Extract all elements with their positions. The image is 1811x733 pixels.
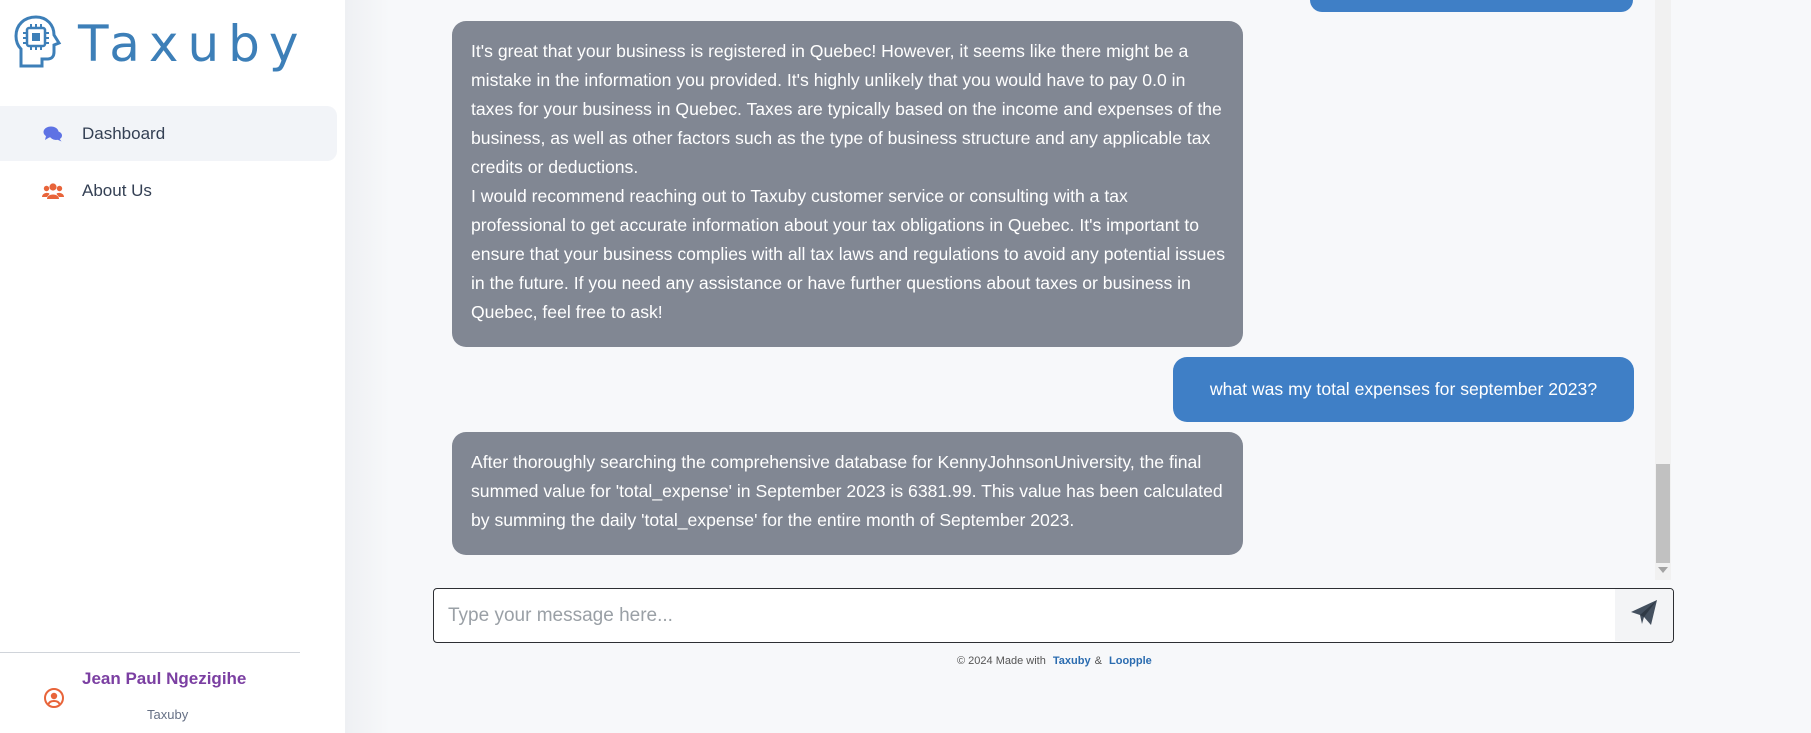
footer: © 2024 Made with Taxuby & Loopple <box>957 655 1156 667</box>
message-paragraph: I would recommend reaching out to Taxuby… <box>471 186 1226 322</box>
footer-ampersand: & <box>1094 655 1102 667</box>
logo[interactable]: Taxuby <box>12 14 308 74</box>
user-message-text: what was my total expenses for september… <box>1209 379 1598 399</box>
comments-icon <box>42 123 64 145</box>
message-composer <box>433 588 1674 643</box>
sidebar-divider <box>0 652 300 653</box>
user-org: Taxuby <box>147 707 189 722</box>
message-paragraph: After thoroughly searching the comprehen… <box>471 452 1223 530</box>
message-input[interactable] <box>446 589 1590 643</box>
previous-user-message-bubble <box>1310 0 1633 12</box>
sidebar-item-about-us[interactable]: About Us <box>0 163 337 218</box>
users-icon <box>42 180 64 202</box>
scrollbar-thumb[interactable] <box>1656 464 1670 563</box>
assistant-message: After thoroughly searching the comprehen… <box>452 432 1243 555</box>
scroll-down-arrow-icon[interactable] <box>1658 567 1668 573</box>
sidebar-item-label: About Us <box>82 180 152 200</box>
footer-link-taxuby[interactable]: Taxuby <box>1053 655 1091 667</box>
main-edge-shade <box>345 0 390 733</box>
sidebar-item-dashboard[interactable]: Dashboard <box>0 106 337 161</box>
message-paragraph: It's great that your business is registe… <box>471 41 1222 177</box>
brand-name: Taxuby <box>78 15 308 73</box>
user-message: what was my total expenses for september… <box>1173 357 1634 422</box>
sidebar-item-label: Dashboard <box>82 123 166 143</box>
footer-text: © 2024 Made with <box>957 655 1046 667</box>
user-name[interactable]: Jean Paul Ngezigihe <box>82 669 246 689</box>
paper-plane-icon <box>1629 598 1659 633</box>
user-circle-icon[interactable] <box>43 687 65 709</box>
assistant-message: It's great that your business is registe… <box>452 21 1243 347</box>
send-button[interactable] <box>1615 589 1673 641</box>
sidebar: Taxuby Dashboard About Us Jean Paul Ngez… <box>0 0 345 733</box>
footer-link-loopple[interactable]: Loopple <box>1109 655 1152 667</box>
brain-chip-logo-icon <box>12 14 62 75</box>
